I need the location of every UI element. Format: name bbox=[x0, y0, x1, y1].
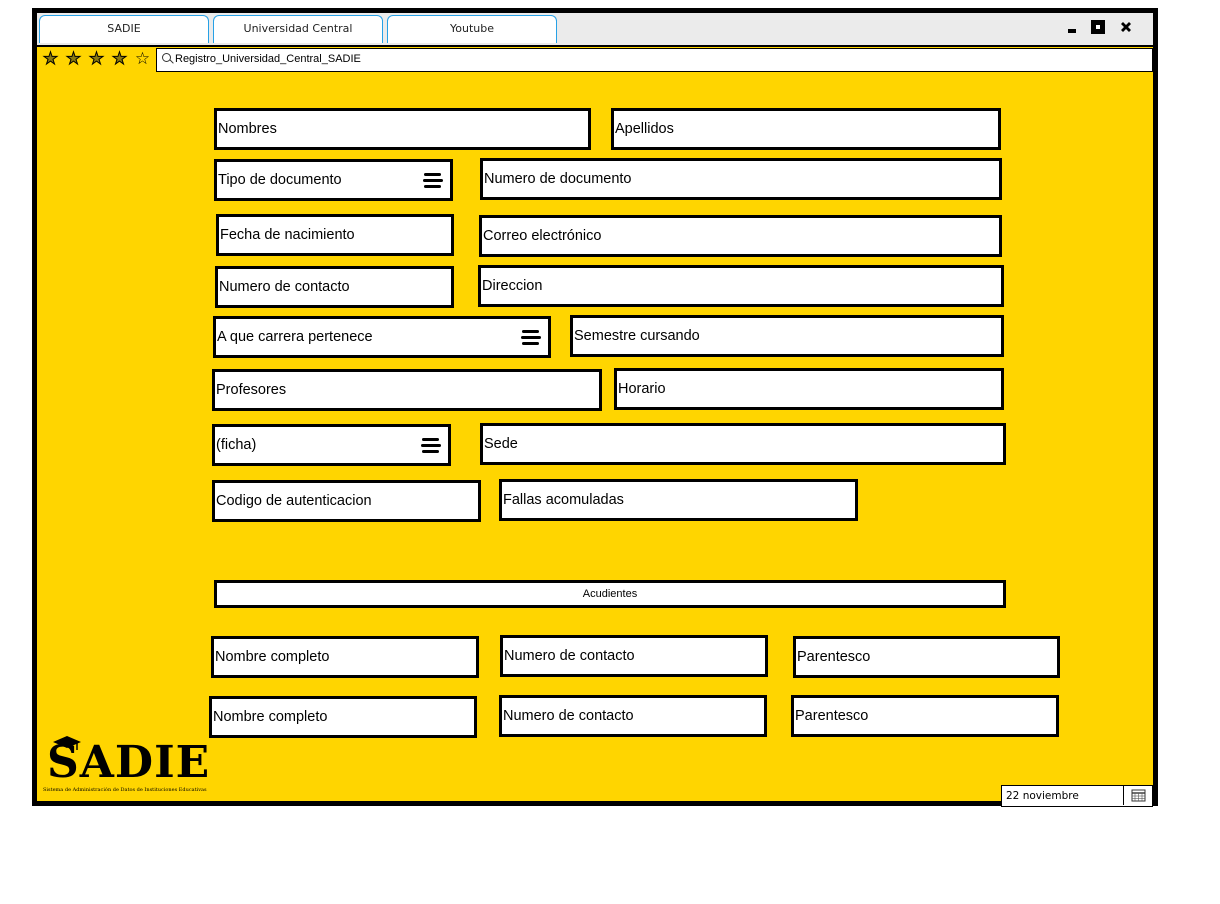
star-icon[interactable]: ★ bbox=[41, 49, 60, 69]
tab-bar: SADIE Universidad Central Youtube bbox=[37, 13, 1153, 47]
codigo-autenticacion-field[interactable]: Codigo de autenticacion bbox=[212, 480, 481, 522]
calendar-icon[interactable] bbox=[1123, 786, 1152, 805]
sede-field[interactable]: Sede bbox=[480, 423, 1006, 465]
maximize-icon[interactable] bbox=[1091, 20, 1105, 34]
carrera-select[interactable]: A que carrera pertenece bbox=[213, 316, 551, 358]
profesores-field[interactable]: Profesores bbox=[212, 369, 602, 411]
star-outline-icon[interactable]: ☆ bbox=[133, 49, 152, 69]
star-icon[interactable]: ★ bbox=[64, 49, 83, 69]
nombres-field[interactable]: Nombres bbox=[214, 108, 591, 150]
acudientes-header: Acudientes bbox=[214, 580, 1006, 608]
close-icon[interactable] bbox=[1119, 20, 1133, 34]
acudiente-contacto-field[interactable]: Numero de contacto bbox=[499, 695, 767, 737]
acudiente-parentesco-field[interactable]: Parentesco bbox=[793, 636, 1060, 678]
acudiente-contacto-field[interactable]: Numero de contacto bbox=[500, 635, 768, 677]
browser-window: SADIE Universidad Central Youtube ★ ★ ★ … bbox=[32, 8, 1158, 807]
correo-field[interactable]: Correo electrónico bbox=[479, 215, 1002, 257]
date-text: 22 noviembre bbox=[1006, 790, 1079, 802]
date-picker[interactable]: 22 noviembre bbox=[1001, 785, 1153, 807]
tab-sadie[interactable]: SADIE bbox=[39, 15, 209, 43]
sadie-logo: SADIE Sistema de Administración de Datos… bbox=[43, 736, 209, 797]
logo-text: SADIE bbox=[47, 737, 211, 788]
menu-icon bbox=[421, 438, 441, 454]
menu-icon bbox=[521, 330, 541, 346]
tipo-documento-select[interactable]: Tipo de documento bbox=[214, 159, 453, 201]
semestre-field[interactable]: Semestre cursando bbox=[570, 315, 1004, 357]
fallas-field[interactable]: Fallas acomuladas bbox=[499, 479, 858, 521]
numero-contacto-field[interactable]: Numero de contacto bbox=[215, 266, 454, 308]
ficha-select[interactable]: (ficha) bbox=[212, 424, 451, 466]
logo-subtitle: Sistema de Administración de Datos de In… bbox=[43, 787, 207, 793]
minimize-icon[interactable] bbox=[1065, 20, 1079, 34]
tab-universidad-central[interactable]: Universidad Central bbox=[213, 15, 383, 43]
star-icon[interactable]: ★ bbox=[110, 49, 129, 69]
star-icon[interactable]: ★ bbox=[87, 49, 106, 69]
rating-stars: ★ ★ ★ ★ ☆ bbox=[41, 49, 152, 69]
direccion-field[interactable]: Direccion bbox=[478, 265, 1004, 307]
fecha-nacimiento-field[interactable]: Fecha de nacimiento bbox=[216, 214, 454, 256]
acudiente-nombre-field[interactable]: Nombre completo bbox=[209, 696, 477, 738]
menu-icon bbox=[423, 173, 443, 189]
acudiente-nombre-field[interactable]: Nombre completo bbox=[211, 636, 479, 678]
horario-field[interactable]: Horario bbox=[614, 368, 1004, 410]
tab-youtube[interactable]: Youtube bbox=[387, 15, 557, 43]
address-bar[interactable]: Registro_Universidad_Central_SADIE bbox=[156, 48, 1153, 72]
apellidos-field[interactable]: Apellidos bbox=[611, 108, 1001, 150]
acudiente-parentesco-field[interactable]: Parentesco bbox=[791, 695, 1059, 737]
address-text: Registro_Universidad_Central_SADIE bbox=[175, 53, 361, 65]
numero-documento-field[interactable]: Numero de documento bbox=[480, 158, 1002, 200]
search-icon bbox=[162, 53, 171, 62]
